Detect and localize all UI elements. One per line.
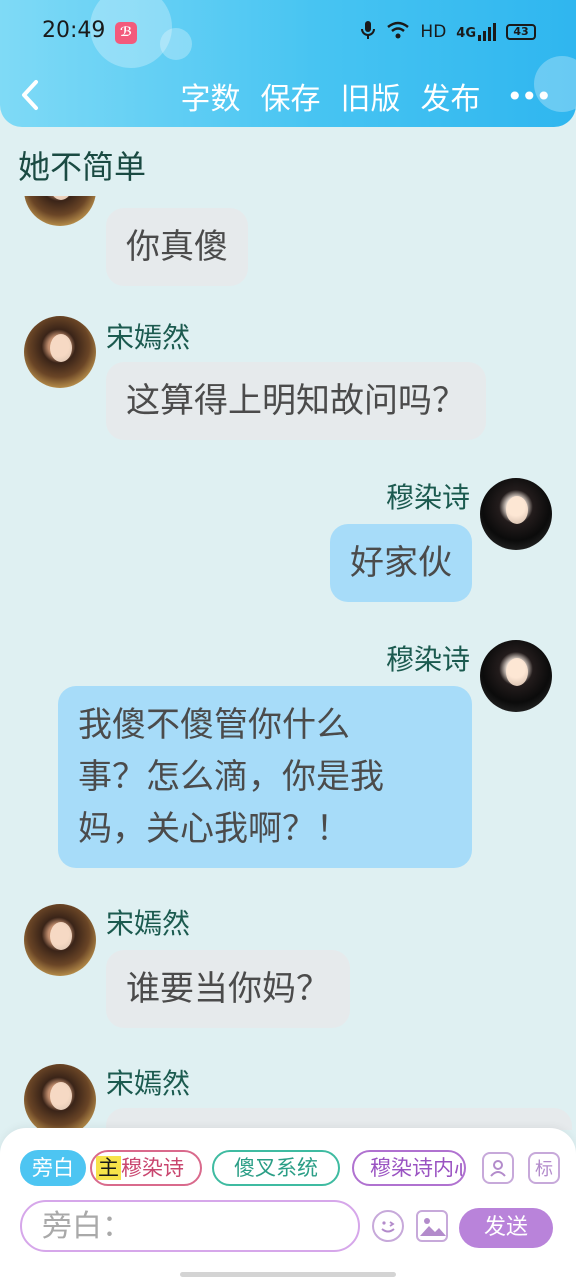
old-version-button[interactable]: 旧版 (340, 74, 400, 118)
avatar-mu-ranshi[interactable] (480, 640, 552, 712)
role-chip-narration[interactable]: 旁白 (20, 1150, 86, 1186)
message-bubble[interactable]: 好家伙 (330, 524, 472, 602)
decor-bubble (160, 28, 192, 60)
back-button[interactable] (18, 78, 48, 114)
wifi-icon (386, 21, 410, 43)
avatar-song-yanran[interactable] (24, 196, 96, 226)
tag-button[interactable]: 标 (528, 1152, 560, 1184)
avatar-mu-ranshi[interactable] (480, 478, 552, 550)
sender-name: 穆染诗 (385, 481, 470, 514)
message-bubble[interactable] (106, 1108, 572, 1130)
sender-name: 宋嫣然 (106, 907, 191, 940)
status-time: 20:49 (42, 18, 106, 43)
narration-input[interactable] (20, 1200, 360, 1252)
avatar-song-yanran[interactable] (24, 1064, 96, 1130)
story-title: 她不简单 (18, 148, 147, 186)
home-indicator (180, 1272, 396, 1277)
more-icon[interactable]: ••• (500, 80, 552, 113)
message-bubble[interactable]: 我傻不傻管你什么 事？怎么滴，你是我 妈，关心我啊？！ (58, 686, 472, 868)
message-bubble[interactable]: 这算得上明知故问吗？ (106, 362, 486, 440)
sender-name: 宋嫣然 (106, 321, 191, 354)
input-panel: 旁白 主穆染诗 傻叉系统 穆染诗内心 标 发送 (0, 1128, 576, 1280)
avatar-song-yanran[interactable] (24, 316, 96, 388)
hd-label: HD (420, 22, 447, 42)
image-icon[interactable] (416, 1210, 448, 1242)
microphone-icon (360, 20, 376, 44)
sender-name: 宋嫣然 (106, 1067, 191, 1100)
app-notification-icon: ℬ (115, 22, 137, 44)
role-chip-main[interactable]: 主穆染诗 (90, 1150, 202, 1186)
save-button[interactable]: 保存 (260, 74, 320, 118)
status-icons: HD 4G 43 (360, 20, 536, 44)
person-card-icon[interactable] (482, 1152, 514, 1184)
word-count-button[interactable]: 字数 (180, 74, 240, 118)
send-button[interactable]: 发送 (459, 1208, 553, 1248)
message-line: 事？怎么滴，你是我 (78, 757, 384, 797)
message-line: 妈，关心我啊？！ (78, 809, 350, 849)
chat-area[interactable]: 你真傻 宋嫣然 这算得上明知故问吗？ 穆染诗 好家伙 穆染诗 我傻不傻管你什么 … (0, 196, 576, 1130)
message-bubble[interactable]: 谁要当你妈？ (106, 950, 350, 1028)
role-chip-inner[interactable]: 穆染诗内心 (352, 1150, 466, 1186)
emoji-icon[interactable] (372, 1210, 404, 1242)
publish-button[interactable]: 发布 (420, 74, 480, 118)
signal-icon: 4G (456, 23, 496, 41)
top-header: 20:49 ℬ HD 4G 43 字数 保存 旧版 发布 ••• (0, 0, 576, 127)
sender-name: 穆染诗 (385, 643, 470, 676)
header-actions: 字数 保存 旧版 发布 ••• (180, 74, 552, 118)
message-bubble[interactable]: 你真傻 (106, 208, 248, 286)
message-line: 我傻不傻管你什么 (78, 705, 350, 745)
chevron-left-icon (22, 80, 38, 110)
battery-icon: 43 (506, 24, 536, 40)
role-chip-label: 穆染诗 (121, 1156, 184, 1180)
role-chip-system[interactable]: 傻叉系统 (212, 1150, 340, 1186)
main-role-tag: 主 (96, 1156, 121, 1180)
avatar-song-yanran[interactable] (24, 904, 96, 976)
